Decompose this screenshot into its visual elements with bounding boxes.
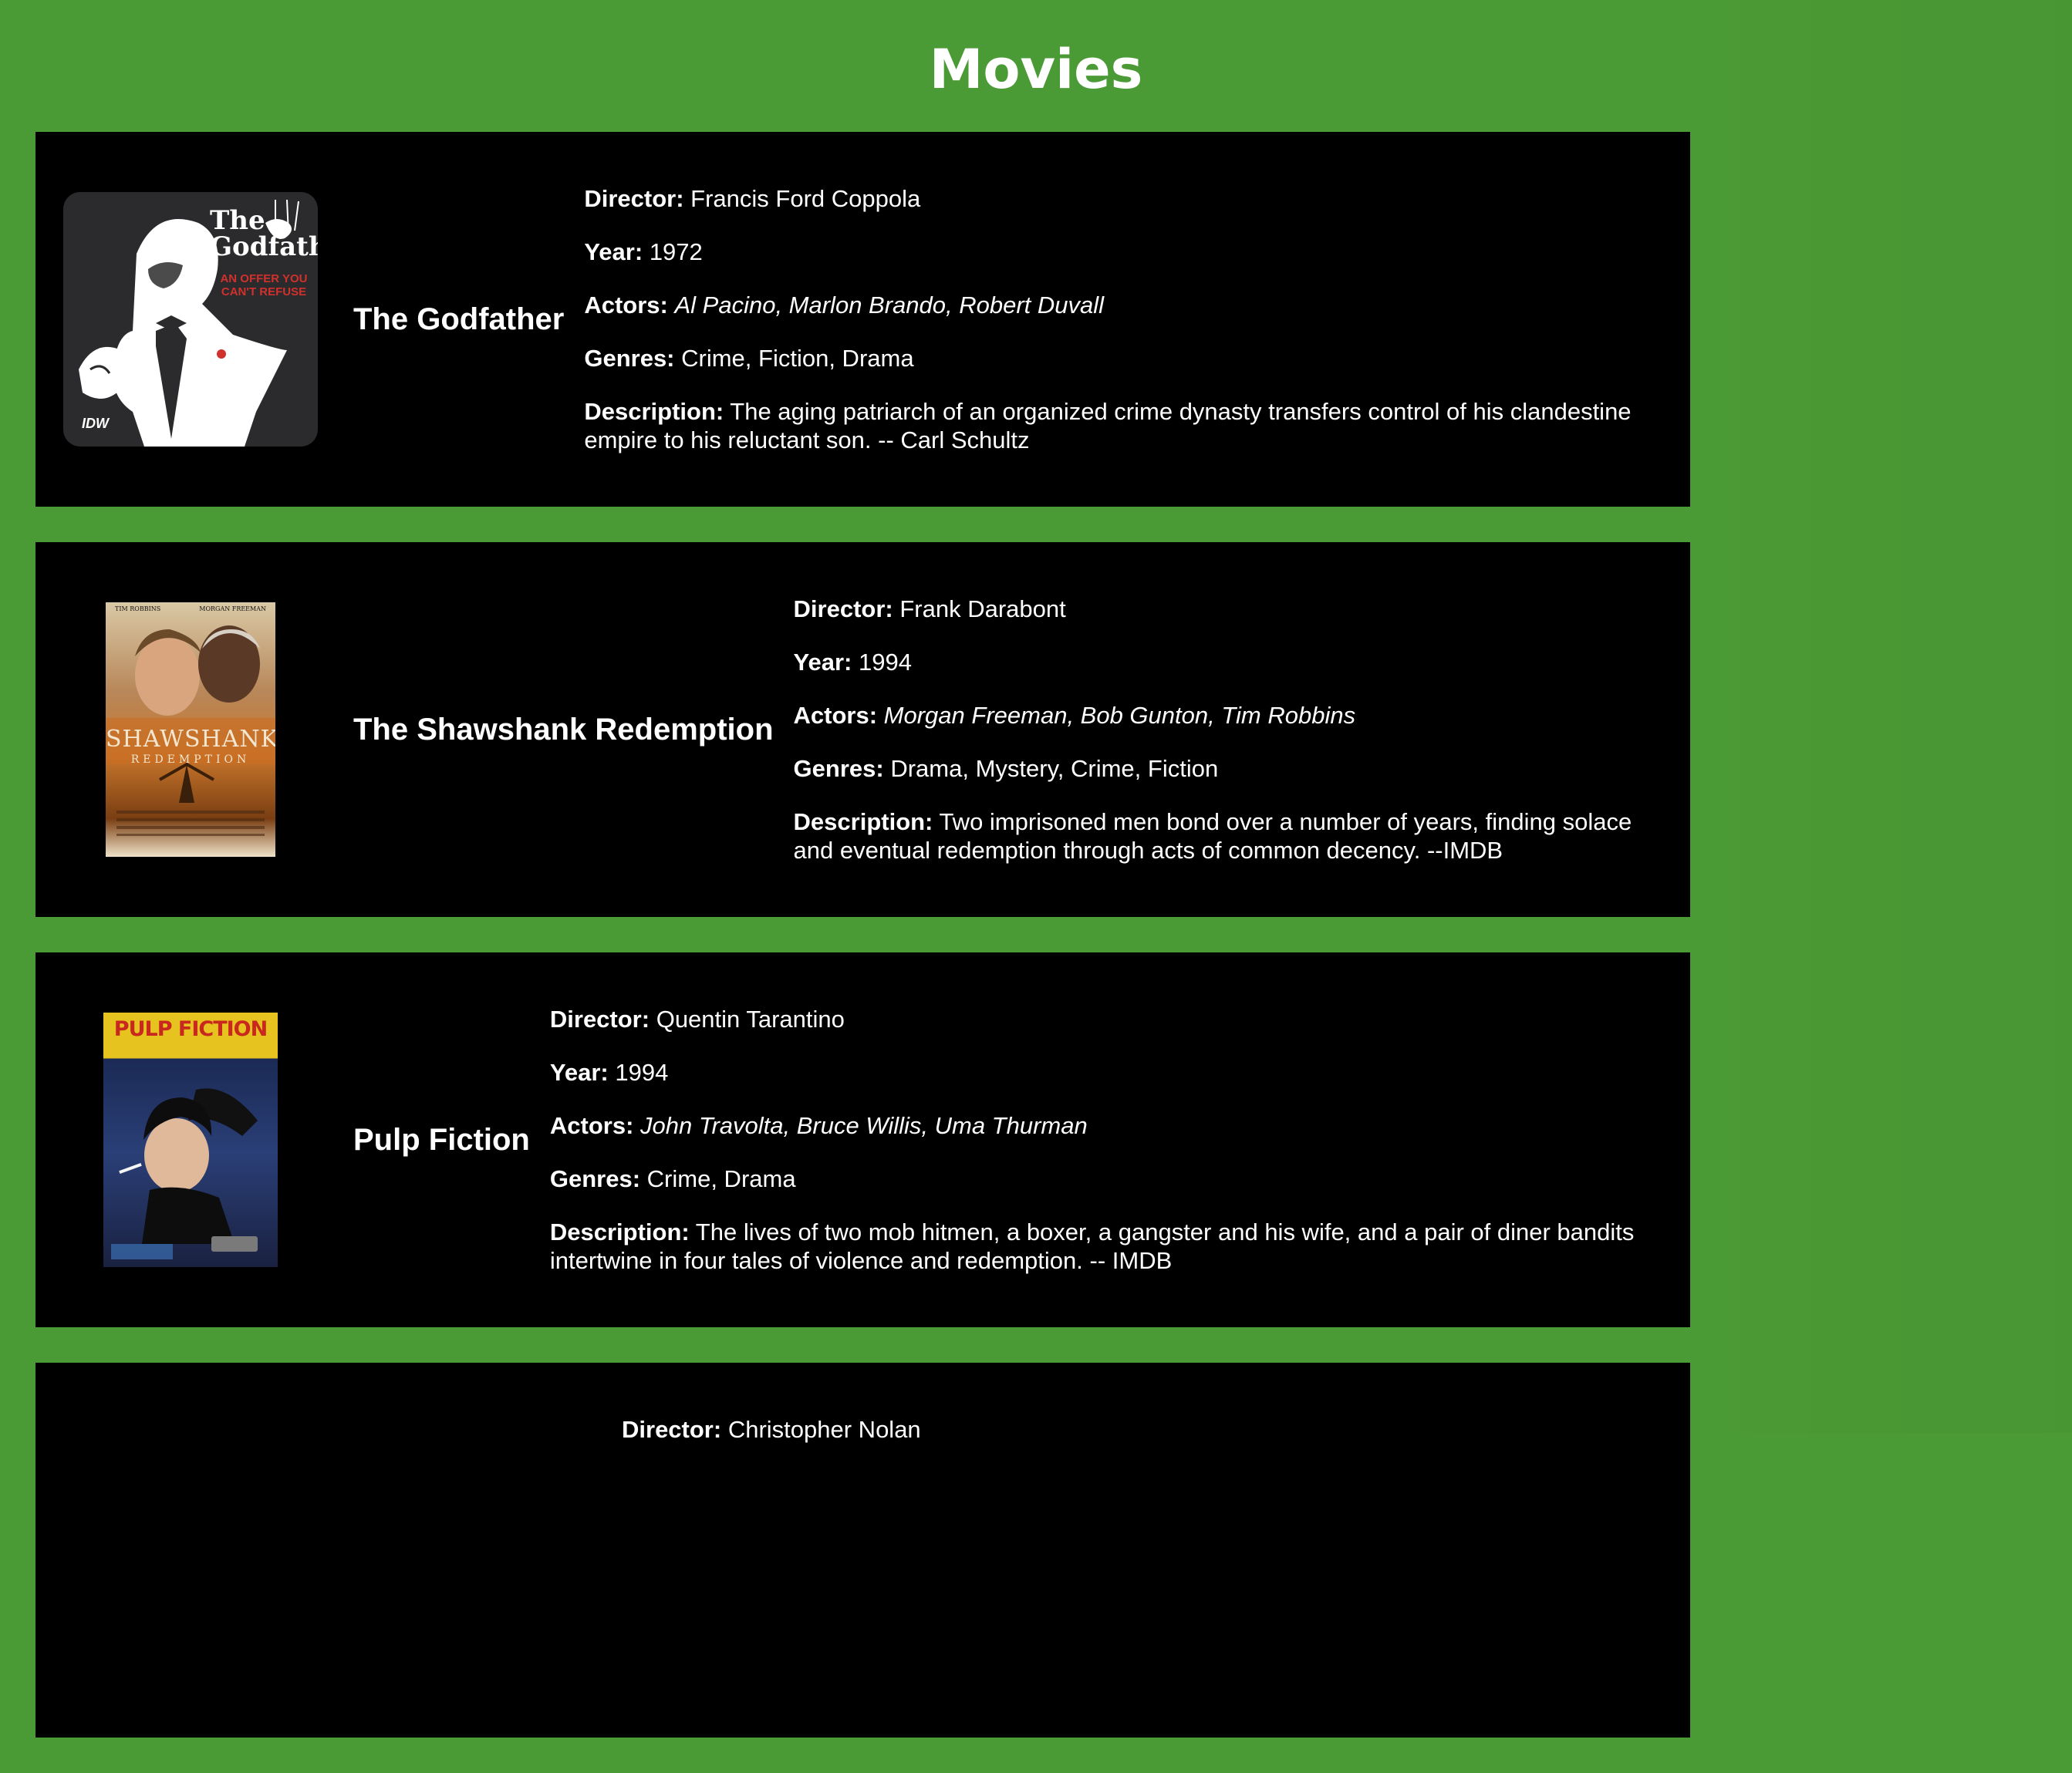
director-row: Director: Christopher Nolan (622, 1415, 1644, 1444)
actors-value: Morgan Freeman, Bob Gunton, Tim Robbins (883, 702, 1356, 729)
movie-details: Director: Frank Darabont Year: 1994 Acto… (794, 595, 1644, 865)
poster-title-text: The Godfather (210, 205, 318, 262)
page-background-shade (1691, 0, 2072, 1433)
director-value: Francis Ford Coppola (690, 185, 921, 212)
year-value: 1994 (859, 649, 912, 676)
movie-poster[interactable]: PULP FICTION (103, 1013, 278, 1267)
description-label: Description: (584, 398, 724, 425)
description-row: Description: The aging patriarch of an o… (584, 397, 1644, 454)
movie-card[interactable]: The Godfather AN OFFER YOU CAN'T REFUSE … (35, 132, 1690, 507)
year-row: Year: 1994 (794, 648, 1644, 676)
director-label: Director: (584, 185, 684, 212)
year-value: 1972 (649, 238, 703, 265)
director-row: Director: Francis Ford Coppola (584, 184, 1644, 213)
genres-row: Genres: Crime, Fiction, Drama (584, 344, 1644, 372)
year-label: Year: (584, 238, 643, 265)
year-row: Year: 1972 (584, 238, 1644, 266)
actors-value: Al Pacino, Marlon Brando, Robert Duvall (674, 292, 1105, 319)
description-value: The lives of two mob hitmen, a boxer, a … (549, 1219, 1635, 1274)
poster-title-text: SHAWSHANK (106, 726, 275, 753)
movie-card[interactable]: PULP FICTION Pulp Fiction Director: Quen… (35, 952, 1690, 1327)
poster-publisher-logo: IDW (82, 416, 109, 431)
director-label: Director: (549, 1006, 650, 1033)
actors-row: Actors: Morgan Freeman, Bob Gunton, Tim … (794, 701, 1644, 730)
movie-list: The Godfather AN OFFER YOU CAN'T REFUSE … (35, 132, 1690, 1773)
genres-value: Crime, Drama (646, 1165, 796, 1192)
description-row: Description: Two imprisoned men bond ove… (794, 807, 1644, 865)
actors-value: John Travolta, Bruce Willis, Uma Thurman (640, 1112, 1088, 1139)
movie-card[interactable]: TIM ROBBINS MORGAN FREEMAN SHAWSHANK RED… (35, 542, 1690, 917)
movie-title: Pulp Fiction (353, 1122, 530, 1157)
year-label: Year: (549, 1059, 609, 1086)
movie-title: The Godfather (353, 302, 565, 336)
year-value: 1994 (615, 1059, 669, 1086)
poster-container: PULP FICTION (63, 1013, 318, 1267)
actors-label: Actors: (793, 702, 878, 729)
genres-row: Genres: Drama, Mystery, Crime, Fiction (794, 754, 1644, 783)
movie-details: Director: Quentin Tarantino Year: 1994 A… (550, 1005, 1644, 1275)
poster-tagline: AN OFFER YOU CAN'T REFUSE (220, 272, 308, 298)
genres-label: Genres: (549, 1165, 641, 1192)
year-row: Year: 1994 (550, 1058, 1644, 1087)
genres-row: Genres: Crime, Drama (550, 1165, 1644, 1193)
movie-title: The Shawshank Redemption (353, 712, 774, 747)
year-label: Year: (793, 649, 852, 676)
actors-label: Actors: (549, 1112, 634, 1139)
genres-value: Drama, Mystery, Crime, Fiction (890, 755, 1219, 782)
page-title: Movies (929, 38, 1143, 101)
movie-card[interactable]: Director: Christopher Nolan (35, 1363, 1690, 1738)
director-label: Director: (793, 595, 893, 622)
director-value: Christopher Nolan (727, 1416, 921, 1443)
description-label: Description: (549, 1219, 690, 1245)
poster-container: TIM ROBBINS MORGAN FREEMAN SHAWSHANK RED… (63, 602, 318, 857)
pulp-fiction-poster-art (111, 1088, 258, 1259)
poster-subtitle: REDEMPTION (130, 753, 251, 766)
genres-value: Crime, Fiction, Drama (681, 345, 914, 372)
movie-details: Director: Francis Ford Coppola Year: 197… (584, 184, 1644, 454)
actors-label: Actors: (584, 292, 668, 319)
director-row: Director: Frank Darabont (794, 595, 1644, 623)
movie-poster[interactable]: TIM ROBBINS MORGAN FREEMAN SHAWSHANK RED… (106, 602, 275, 857)
actors-row: Actors: John Travolta, Bruce Willis, Uma… (550, 1111, 1644, 1140)
director-value: Frank Darabont (899, 595, 1066, 622)
movie-details: Director: Christopher Nolan (63, 1415, 1644, 1444)
director-label: Director: (622, 1416, 722, 1443)
actors-row: Actors: Al Pacino, Marlon Brando, Robert… (584, 291, 1644, 319)
genres-label: Genres: (793, 755, 884, 782)
genres-label: Genres: (584, 345, 675, 372)
description-value: The aging patriarch of an organized crim… (584, 398, 1632, 453)
description-row: Description: The lives of two mob hitmen… (550, 1218, 1644, 1275)
description-label: Description: (793, 808, 933, 835)
poster-container: The Godfather AN OFFER YOU CAN'T REFUSE … (63, 192, 318, 447)
movie-poster[interactable]: The Godfather AN OFFER YOU CAN'T REFUSE … (63, 192, 318, 447)
director-row: Director: Quentin Tarantino (550, 1005, 1644, 1033)
director-value: Quentin Tarantino (656, 1006, 845, 1033)
